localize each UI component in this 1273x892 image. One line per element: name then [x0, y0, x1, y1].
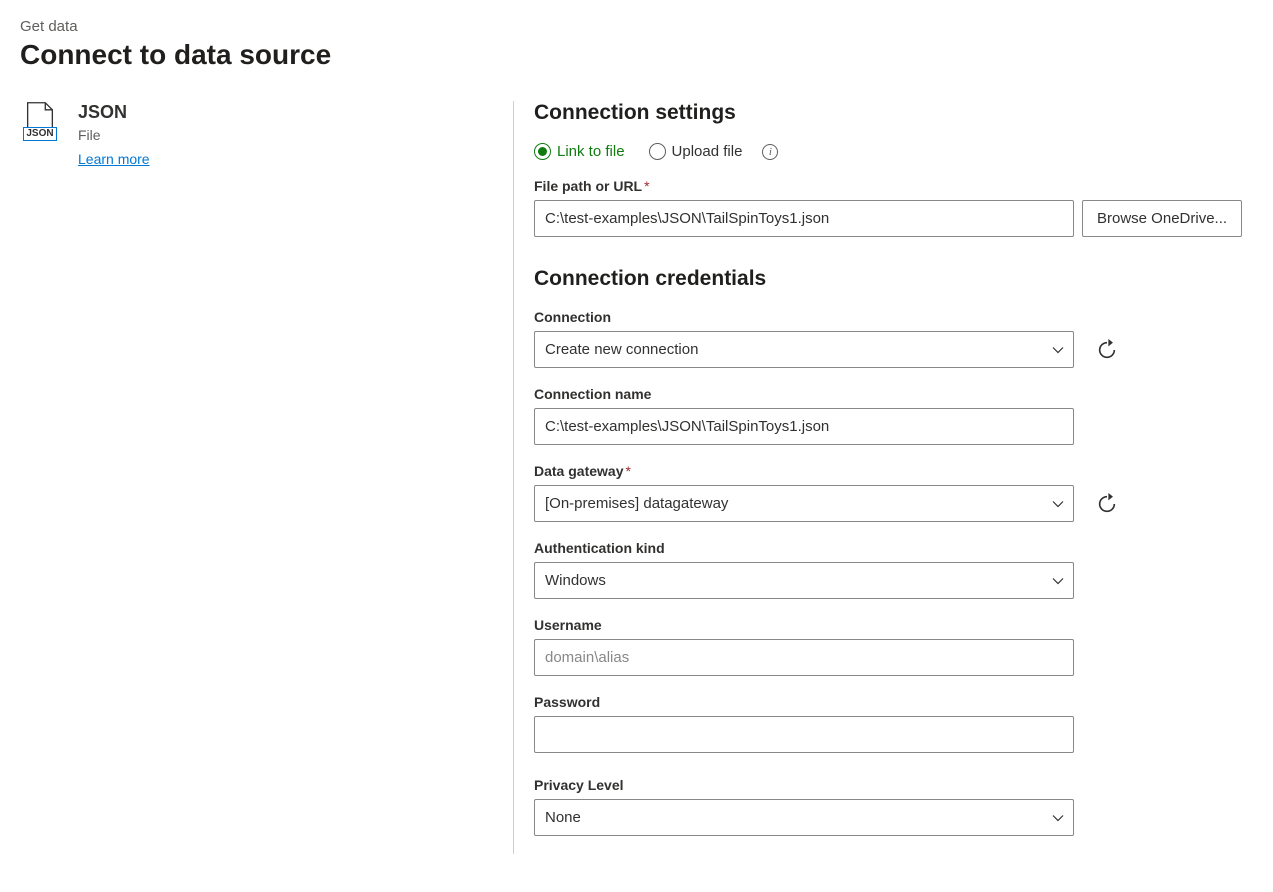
chevron-down-icon — [1051, 497, 1065, 511]
radio-upload-file[interactable]: Upload file — [649, 143, 743, 160]
privacy-select[interactable]: None — [534, 799, 1074, 836]
chevron-down-icon — [1051, 574, 1065, 588]
settings-section-title: Connection settings — [534, 101, 1242, 125]
password-label: Password — [534, 694, 1242, 710]
source-title: JSON — [78, 101, 150, 124]
gateway-select[interactable]: [On-premises] datagateway — [534, 485, 1074, 522]
password-input[interactable] — [534, 716, 1074, 753]
username-input[interactable] — [534, 639, 1074, 676]
connection-label: Connection — [534, 309, 1242, 325]
json-file-icon: JSON — [20, 101, 60, 141]
learn-more-link[interactable]: Learn more — [78, 151, 150, 167]
refresh-connection-button[interactable] — [1092, 335, 1122, 365]
radio-link-label: Link to file — [557, 143, 625, 160]
file-path-input[interactable] — [534, 200, 1074, 237]
username-label: Username — [534, 617, 1242, 633]
radio-icon — [649, 143, 666, 160]
refresh-gateway-button[interactable] — [1092, 489, 1122, 519]
privacy-label: Privacy Level — [534, 777, 1242, 793]
connection-name-label: Connection name — [534, 386, 1242, 402]
credentials-section-title: Connection credentials — [534, 267, 1242, 291]
auth-kind-label: Authentication kind — [534, 540, 1242, 556]
gateway-label: Data gateway* — [534, 463, 1242, 479]
file-path-label: File path or URL* — [534, 178, 1242, 194]
radio-upload-label: Upload file — [672, 143, 743, 160]
chevron-down-icon — [1051, 343, 1065, 357]
chevron-down-icon — [1051, 811, 1065, 825]
gateway-value: [On-premises] datagateway — [545, 495, 728, 512]
connection-value: Create new connection — [545, 341, 698, 358]
page-title: Connect to data source — [20, 39, 1253, 71]
browse-onedrive-button[interactable]: Browse OneDrive... — [1082, 200, 1242, 237]
auth-kind-value: Windows — [545, 572, 606, 589]
connection-name-input[interactable] — [534, 408, 1074, 445]
breadcrumb: Get data — [20, 18, 1253, 35]
json-badge-label: JSON — [23, 127, 56, 141]
info-icon[interactable]: i — [762, 144, 778, 160]
radio-link-to-file[interactable]: Link to file — [534, 143, 625, 160]
source-type: File — [78, 127, 150, 143]
connection-select[interactable]: Create new connection — [534, 331, 1074, 368]
privacy-value: None — [545, 809, 581, 826]
radio-icon — [534, 143, 551, 160]
auth-kind-select[interactable]: Windows — [534, 562, 1074, 599]
